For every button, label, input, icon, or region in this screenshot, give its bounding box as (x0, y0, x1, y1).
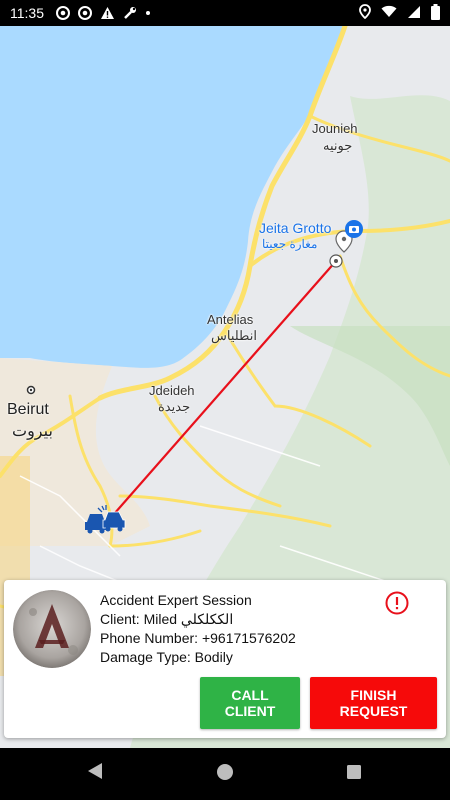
back-icon[interactable] (87, 762, 103, 785)
map-label-jdeideh: Jdeideh (149, 383, 195, 398)
map-label-jeita-ar: مغارة جعيتا (262, 237, 318, 251)
map-label-antelias: Antelias (207, 312, 254, 327)
status-bar: 11:35 (0, 0, 450, 26)
warning-icon (100, 6, 115, 20)
battery-icon (431, 3, 440, 23)
map-label-beirut: Beirut (7, 401, 49, 418)
session-card: Accident Expert Session Client: Miled ال… (4, 580, 446, 738)
map-label-jounieh-ar: جونيه (323, 138, 353, 153)
client-name: Client: Miled الككلكلي (100, 611, 234, 627)
call-client-button[interactable]: CALL CLIENT (200, 677, 300, 729)
map-label-antelias-ar: انطلياس (211, 328, 257, 343)
status-time: 11:35 (10, 5, 44, 21)
session-title: Accident Expert Session (100, 592, 252, 608)
map-label-beirut-ar: بيروت (12, 423, 53, 440)
recents-icon[interactable] (346, 764, 362, 785)
session-info: Accident Expert Session Client: Miled ال… (100, 591, 296, 667)
location-icon (359, 4, 371, 22)
navigation-bar (0, 748, 450, 800)
camera-icon (345, 220, 363, 238)
map-label-jeita: Jeita Grotto (259, 220, 332, 236)
finish-request-button[interactable]: FINISH REQUEST (310, 677, 437, 729)
avatar (13, 590, 91, 668)
dot-icon (145, 10, 151, 16)
damage-type: Damage Type: Bodily (100, 649, 233, 665)
home-icon[interactable] (216, 763, 234, 786)
chrome-icon (78, 6, 92, 20)
phone-number: Phone Number: +96171576202 (100, 630, 296, 646)
map-label-jdeideh-ar: جديدة (158, 399, 191, 414)
signal-icon (407, 5, 421, 22)
chrome-icon (56, 6, 70, 20)
map-label-jounieh: Jounieh (312, 121, 358, 136)
wifi-icon (381, 5, 397, 21)
alert-icon[interactable] (385, 591, 409, 615)
wrench-icon (123, 6, 137, 20)
